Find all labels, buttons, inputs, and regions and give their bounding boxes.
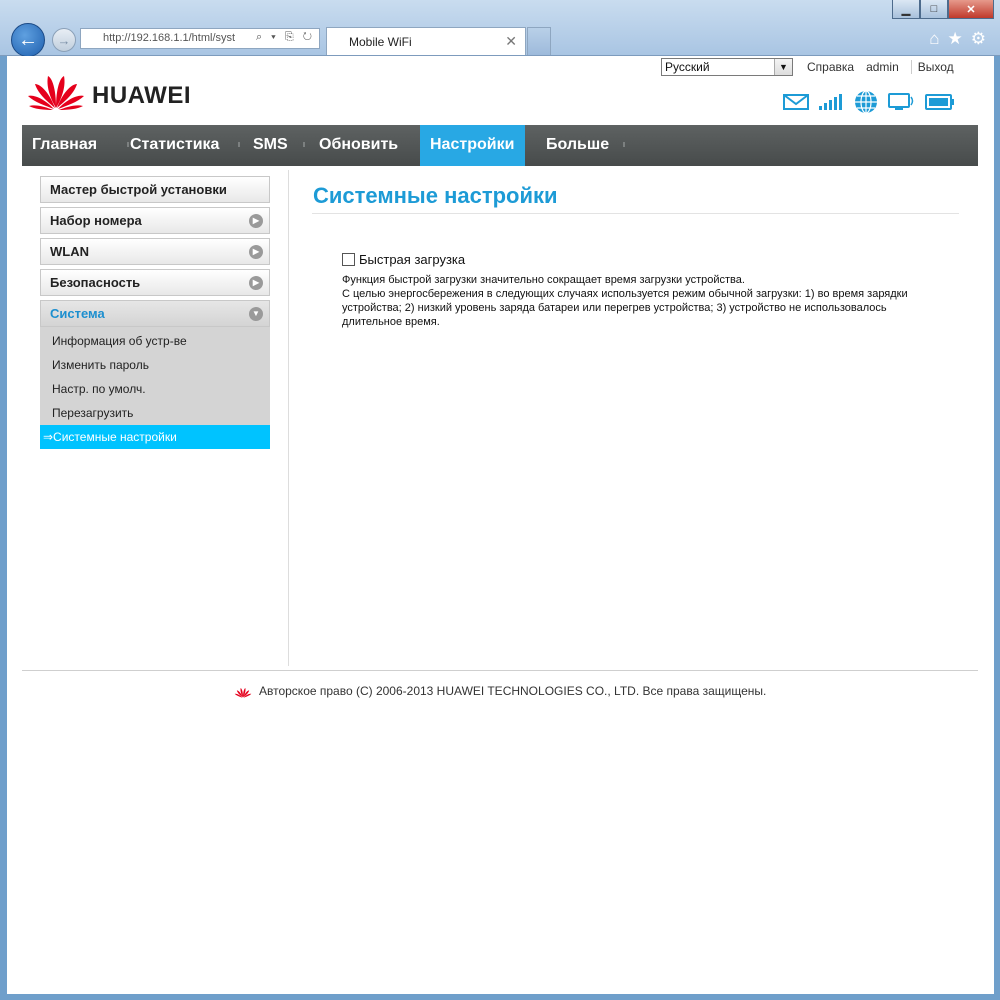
- browser-chrome: ▁ □ ✕ ← → http://192.168.1.1/html/syst ⌕…: [0, 0, 1000, 57]
- menu-item-statistics[interactable]: Статистика: [120, 125, 229, 166]
- fast-boot-option: Быстрая загрузка: [342, 252, 465, 267]
- description-line-1: Функция быстрой загрузки значительно сок…: [342, 274, 745, 286]
- menu-item-update[interactable]: Обновить: [309, 125, 408, 166]
- footer: Авторское право (C) 2006-2013 HUAWEI TEC…: [22, 684, 978, 699]
- fast-boot-checkbox[interactable]: [342, 253, 355, 266]
- chevron-down-icon: ▼: [249, 307, 263, 321]
- back-arrow-icon: ←: [18, 28, 38, 51]
- mail-icon[interactable]: [783, 93, 809, 111]
- menu-separator: [303, 142, 305, 147]
- page-title: Системные настройки: [313, 183, 558, 208]
- help-link[interactable]: Справка: [801, 60, 860, 74]
- chevron-right-icon: ▶: [249, 276, 263, 290]
- menu-item-settings[interactable]: Настройки: [420, 125, 525, 166]
- tab-title: Mobile WiFi: [349, 35, 412, 49]
- window-controls: ▁ □ ✕: [892, 0, 994, 19]
- fast-boot-label[interactable]: Быстрая загрузка: [359, 252, 465, 267]
- address-bar[interactable]: http://192.168.1.1/html/syst ⌕ ▾ ⎘ ↻: [80, 28, 320, 49]
- logout-link[interactable]: Выход: [910, 60, 960, 74]
- chevron-right-icon: ▶: [249, 245, 263, 259]
- new-tab-button[interactable]: [527, 27, 551, 55]
- favorites-star-icon[interactable]: ★: [948, 29, 963, 49]
- menu-separator: [238, 142, 240, 147]
- language-value: Русский: [665, 60, 710, 74]
- chevron-right-icon: ▶: [249, 214, 263, 228]
- minimize-button[interactable]: ▁: [892, 0, 920, 19]
- close-window-button[interactable]: ✕: [948, 0, 994, 19]
- sidebar-item-quick-setup[interactable]: Мастер быстрой установки: [40, 176, 270, 203]
- main-menu: Главная Статистика SMS Обновить Настройк…: [22, 125, 978, 166]
- sidebar-item-label: Система: [50, 306, 105, 321]
- sidebar-item-system[interactable]: Система ▼: [40, 300, 270, 327]
- footer-divider: [22, 670, 978, 671]
- forward-button[interactable]: →: [52, 28, 76, 52]
- page-viewport: Русский ▼ Справка admin Выход HUAWEI Гла…: [7, 56, 994, 994]
- fast-boot-description: Функция быстрой загрузки значительно сок…: [342, 273, 942, 329]
- settings-gear-icon[interactable]: ⚙: [971, 29, 986, 49]
- sidebar-item-dialup[interactable]: Набор номера ▶: [40, 207, 270, 234]
- tab-close-icon[interactable]: ✕: [505, 33, 517, 50]
- top-links: Справка admin Выход: [801, 60, 960, 74]
- copyright-text: Авторское право (C) 2006-2013 HUAWEI TEC…: [258, 684, 767, 698]
- sidebar: Мастер быстрой установки Набор номера ▶ W…: [40, 176, 270, 449]
- submenu-item-restore-defaults[interactable]: Настр. по умолч.: [40, 377, 270, 401]
- address-url[interactable]: http://192.168.1.1/html/syst: [103, 32, 251, 44]
- sidebar-item-label: Безопасность: [50, 275, 141, 290]
- battery-icon: [925, 94, 954, 110]
- chevron-down-icon[interactable]: ▼: [774, 59, 792, 75]
- menu-item-more[interactable]: Больше: [536, 125, 619, 166]
- status-icons: [783, 89, 955, 115]
- submenu-item-system-settings[interactable]: ⇒Системные настройки: [40, 425, 270, 449]
- system-submenu: Информация об устр-ве Изменить пароль На…: [40, 327, 270, 449]
- search-icon[interactable]: ⌕ ▾ ⎘ ↻: [256, 31, 315, 44]
- sidebar-item-label: Набор номера: [50, 213, 142, 228]
- home-icon[interactable]: ⌂: [929, 29, 939, 49]
- submenu-item-change-password[interactable]: Изменить пароль: [40, 353, 270, 377]
- language-select[interactable]: Русский ▼: [661, 58, 793, 76]
- sidebar-item-label: WLAN: [50, 244, 89, 259]
- back-button[interactable]: ←: [11, 23, 45, 57]
- user-link[interactable]: admin: [860, 60, 911, 74]
- submenu-item-reboot[interactable]: Перезагрузить: [40, 401, 270, 425]
- brand-name: HUAWEI: [92, 82, 191, 109]
- huawei-small-logo-icon: [234, 688, 251, 699]
- globe-icon: [855, 90, 877, 114]
- browser-toolbar-icons: ⌂ ★ ⚙: [929, 29, 986, 49]
- sidebar-divider: [288, 170, 289, 666]
- menu-item-sms[interactable]: SMS: [243, 125, 298, 166]
- title-divider: [312, 213, 959, 214]
- signal-strength-icon: [819, 94, 842, 110]
- menu-separator: [623, 142, 625, 147]
- maximize-button[interactable]: □: [920, 0, 948, 19]
- huawei-logo: [28, 76, 84, 110]
- sidebar-item-label: Мастер быстрой установки: [50, 182, 227, 197]
- menu-item-home[interactable]: Главная: [22, 125, 107, 166]
- wifi-monitor-icon: [888, 93, 914, 110]
- submenu-item-device-info[interactable]: Информация об устр-ве: [40, 329, 270, 353]
- sidebar-item-security[interactable]: Безопасность ▶: [40, 269, 270, 296]
- description-line-2: С целью энергосбережения в следующих слу…: [342, 288, 908, 328]
- sidebar-item-wlan[interactable]: WLAN ▶: [40, 238, 270, 265]
- forward-arrow-icon: →: [57, 32, 71, 48]
- browser-tab[interactable]: Mobile WiFi ✕: [326, 27, 526, 55]
